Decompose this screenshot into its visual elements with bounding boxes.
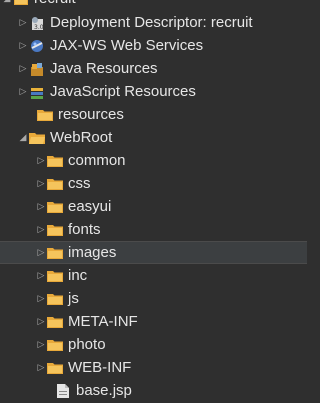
tree-item-label: recruit <box>34 0 76 7</box>
tree-item-webroot[interactable]: ◢ WebRoot <box>0 126 307 149</box>
collapse-arrow-icon[interactable]: ▷ <box>36 333 46 356</box>
tree-item-folder-fonts[interactable]: ▷ fonts <box>0 218 307 241</box>
project-icon <box>12 0 30 7</box>
tree-item-folder-web-inf[interactable]: ▷ WEB-INF <box>0 356 307 379</box>
folder-icon <box>46 360 64 376</box>
tree-item-java-resources[interactable]: ▷ Java Resources <box>0 57 307 80</box>
tree-item-resources[interactable]: resources <box>0 103 307 126</box>
expand-arrow-icon[interactable]: ◢ <box>2 0 12 10</box>
folder-icon <box>46 268 64 284</box>
tree-item-folder-easyui[interactable]: ▷ easyui <box>0 195 307 218</box>
folder-icon <box>46 291 64 307</box>
collapse-arrow-icon[interactable]: ▷ <box>36 195 46 218</box>
folder-icon <box>28 130 46 146</box>
folder-icon <box>46 314 64 330</box>
tree-item-folder-photo[interactable]: ▷ photo <box>0 333 307 356</box>
expand-arrow-icon[interactable]: ◢ <box>18 126 28 149</box>
collapse-arrow-icon[interactable]: ▷ <box>36 149 46 172</box>
collapse-arrow-icon[interactable]: ▷ <box>36 287 46 310</box>
collapse-arrow-icon[interactable]: ▷ <box>36 172 46 195</box>
tree-item-file-base-jsp[interactable]: base.jsp <box>0 379 307 402</box>
collapse-arrow-icon[interactable]: ▷ <box>36 241 46 264</box>
tree-item-label: common <box>68 152 126 169</box>
tree-item-folder-css[interactable]: ▷ css <box>0 172 307 195</box>
tree-item-folder-common[interactable]: ▷ common <box>0 149 307 172</box>
tree-item-label: fonts <box>68 221 101 238</box>
tree-item-label: resources <box>58 106 124 123</box>
javascript-resources-icon <box>28 84 46 100</box>
collapse-arrow-icon[interactable]: ▷ <box>18 57 28 80</box>
tree-item-folder-js[interactable]: ▷ js <box>0 287 307 310</box>
tree-item-folder-inc[interactable]: ▷ inc <box>0 264 307 287</box>
tree-item-label: photo <box>68 336 106 353</box>
deployment-descriptor-icon: 3.0 <box>28 15 46 31</box>
tree-item-jax-ws-web-services[interactable]: ▷ JAX-WS Web Services <box>0 34 307 57</box>
folder-icon <box>46 153 64 169</box>
svg-text:3.0: 3.0 <box>34 24 44 31</box>
tree-item-label: inc <box>68 267 88 284</box>
jsp-file-icon <box>54 383 72 399</box>
tree-item-label: Java Resources <box>50 60 158 77</box>
tree-item-project-recruit[interactable]: ◢ recruit <box>0 0 307 10</box>
tree-item-label: JavaScript Resources <box>50 83 196 100</box>
tree-item-folder-meta-inf[interactable]: ▷ META-INF <box>0 310 307 333</box>
project-explorer-tree: ◢ recruit ▷ 3.0 Deployment Descriptor: r… <box>0 0 307 403</box>
java-resources-icon <box>28 61 46 77</box>
collapse-arrow-icon[interactable]: ▷ <box>36 356 46 379</box>
tree-item-deployment-descriptor[interactable]: ▷ 3.0 Deployment Descriptor: recruit <box>0 11 307 34</box>
tree-item-label: WEB-INF <box>68 359 132 376</box>
folder-icon <box>46 337 64 353</box>
tree-item-label: images <box>68 244 117 261</box>
folder-icon <box>36 107 54 123</box>
tree-item-label: css <box>68 175 91 192</box>
tree-item-javascript-resources[interactable]: ▷ JavaScript Resources <box>0 80 307 103</box>
tree-item-label: JAX-WS Web Services <box>50 37 204 54</box>
collapse-arrow-icon[interactable]: ▷ <box>36 218 46 241</box>
tree-item-label: base.jsp <box>76 382 132 399</box>
folder-icon <box>46 199 64 215</box>
web-services-icon <box>28 38 46 54</box>
tree-item-label: easyui <box>68 198 112 215</box>
folder-icon <box>46 222 64 238</box>
collapse-arrow-icon[interactable]: ▷ <box>18 80 28 103</box>
collapse-arrow-icon[interactable]: ▷ <box>36 264 46 287</box>
folder-icon <box>46 245 64 261</box>
folder-icon <box>46 176 64 192</box>
tree-item-label: WebRoot <box>50 129 113 146</box>
tree-item-label: js <box>68 290 79 307</box>
collapse-arrow-icon[interactable]: ▷ <box>18 11 28 34</box>
tree-item-label: META-INF <box>68 313 138 330</box>
collapse-arrow-icon[interactable]: ▷ <box>18 34 28 57</box>
tree-item-label: Deployment Descriptor: recruit <box>50 14 253 31</box>
tree-item-folder-images[interactable]: ▷ images <box>0 241 307 264</box>
collapse-arrow-icon[interactable]: ▷ <box>36 310 46 333</box>
